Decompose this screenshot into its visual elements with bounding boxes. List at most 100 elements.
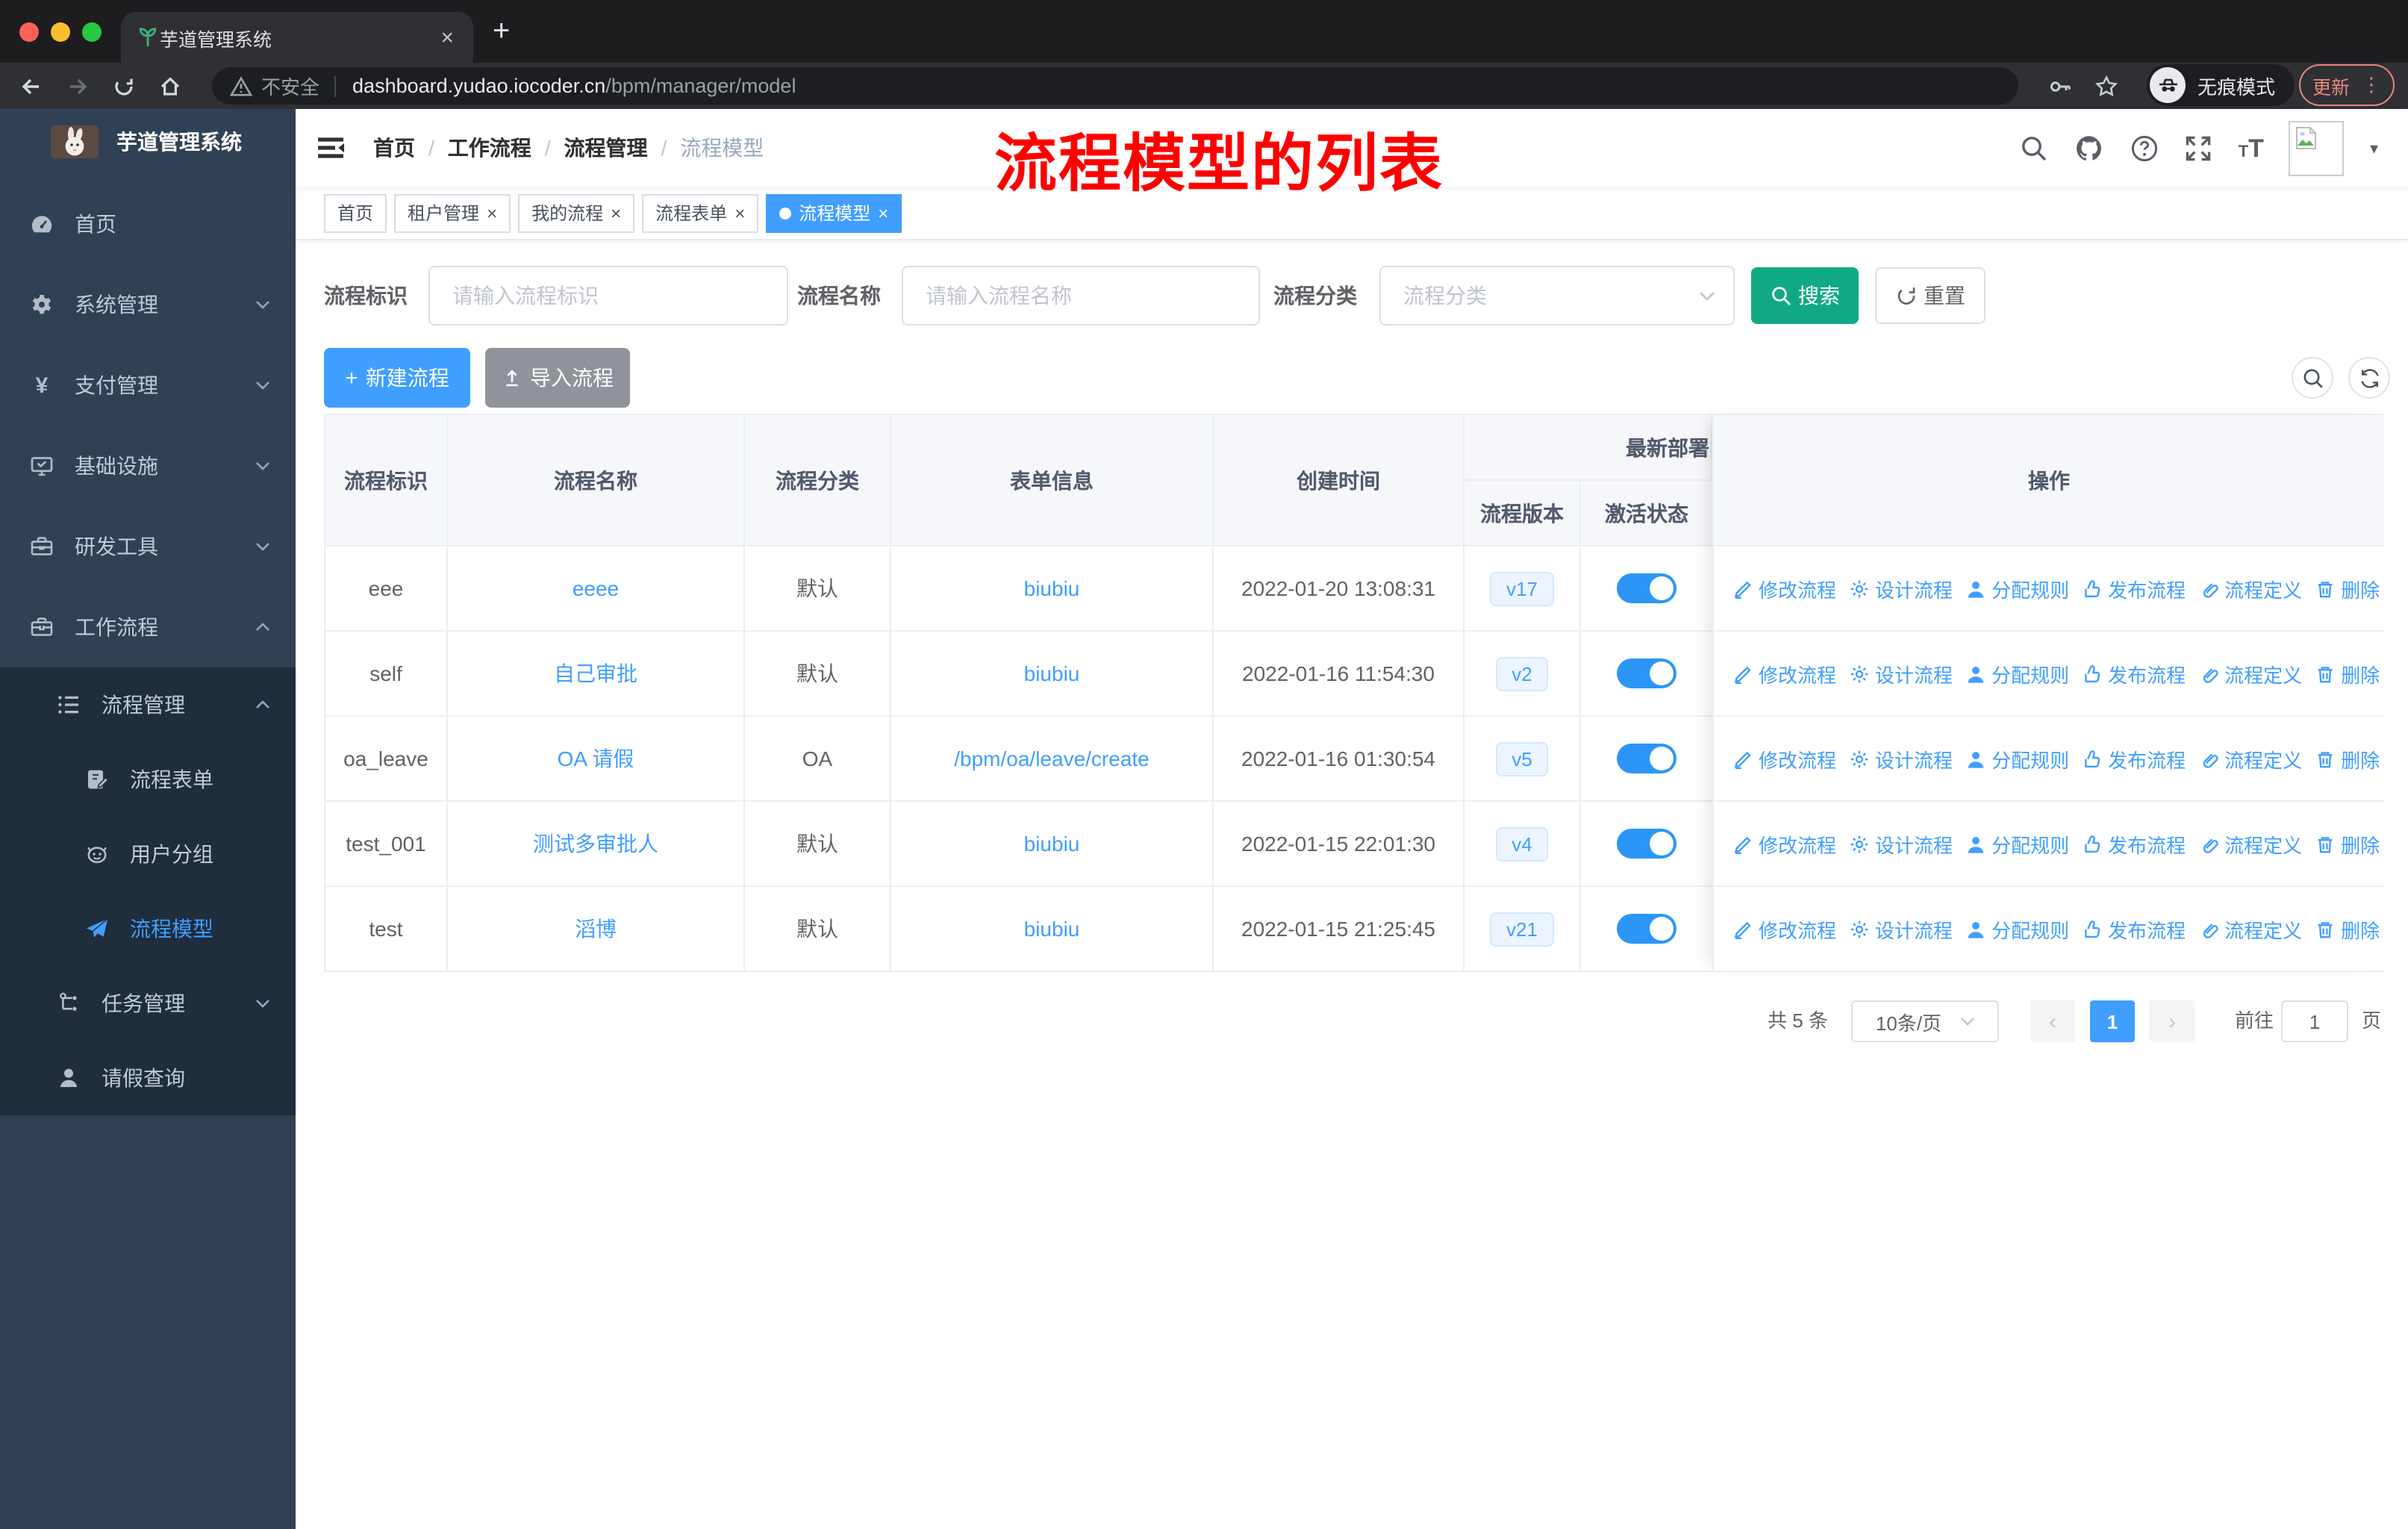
action-design-link[interactable]: 设计流程 — [1850, 574, 1953, 602]
sidebar-item-user-group[interactable]: 用户分组 — [0, 817, 296, 891]
cell-form-link[interactable]: biubiu — [891, 546, 1214, 630]
action-assign-link[interactable]: 分配规则 — [1966, 829, 2069, 858]
security-label[interactable]: 不安全 — [261, 72, 319, 100]
cell-version[interactable]: v4 — [1465, 802, 1581, 885]
action-edit-link[interactable]: 修改流程 — [1733, 744, 1836, 773]
next-page-button[interactable]: › — [2150, 1000, 2195, 1042]
help-icon[interactable] — [2131, 134, 2159, 162]
tag-process-model-active[interactable]: 流程模型 × — [766, 193, 902, 232]
zoom-window-button[interactable] — [82, 22, 102, 42]
minimize-window-button[interactable] — [51, 22, 70, 42]
action-delete-link[interactable]: 删除 — [2315, 574, 2380, 602]
page-size-select[interactable]: 10条/页 — [1851, 1000, 1999, 1042]
cell-version[interactable]: v21 — [1465, 887, 1581, 971]
refresh-table-button[interactable] — [2348, 357, 2390, 399]
search-icon[interactable] — [2021, 134, 2049, 162]
cell-form-link[interactable]: biubiu — [891, 887, 1214, 971]
search-button[interactable]: 搜索 — [1751, 267, 1859, 324]
cell-version[interactable]: v5 — [1465, 717, 1581, 800]
tag-my-process[interactable]: 我的流程 × — [518, 193, 635, 232]
action-delete-link[interactable]: 删除 — [2315, 829, 2380, 858]
sidebar-collapse-icon[interactable] — [318, 136, 345, 160]
active-toggle[interactable] — [1617, 829, 1676, 859]
action-publish-link[interactable]: 发布流程 — [2083, 915, 2186, 943]
tag-close-icon[interactable]: × — [487, 204, 497, 222]
tag-home[interactable]: 首页 — [324, 193, 387, 232]
filter-name-input[interactable] — [902, 266, 1260, 326]
home-icon[interactable] — [151, 63, 190, 109]
new-tab-button[interactable]: + — [493, 16, 510, 46]
import-process-button[interactable]: 导入流程 — [485, 348, 630, 408]
create-process-button[interactable]: + 新建流程 — [324, 348, 470, 408]
cell-version[interactable]: v17 — [1465, 546, 1581, 630]
close-window-button[interactable] — [19, 22, 39, 42]
active-toggle[interactable] — [1617, 573, 1676, 603]
cell-form-link[interactable]: biubiu — [891, 802, 1214, 885]
sidebar-item-home[interactable]: 首页 — [0, 184, 296, 264]
bookmark-star-icon[interactable] — [2089, 67, 2124, 105]
action-publish-link[interactable]: 发布流程 — [2083, 659, 2186, 688]
password-key-icon[interactable] — [2042, 67, 2078, 105]
action-assign-link[interactable]: 分配规则 — [1966, 574, 2069, 602]
tab-close-icon[interactable]: × — [436, 25, 458, 50]
action-assign-link[interactable]: 分配规则 — [1966, 659, 2069, 688]
action-assign-link[interactable]: 分配规则 — [1966, 915, 2069, 943]
action-delete-link[interactable]: 删除 — [2315, 915, 2380, 943]
cell-version[interactable]: v2 — [1465, 632, 1581, 715]
action-edit-link[interactable]: 修改流程 — [1733, 915, 1836, 943]
cell-name-link[interactable]: 测试多审批人 — [448, 802, 745, 885]
sidebar-item-task-management[interactable]: 任务管理 — [0, 966, 296, 1041]
font-size-icon[interactable]: TT — [2239, 135, 2264, 161]
action-definition-link[interactable]: 流程定义 — [2199, 659, 2302, 688]
sidebar-item-process-management[interactable]: 流程管理 — [0, 667, 296, 742]
reset-button[interactable]: 重置 — [1875, 267, 1986, 324]
show-search-button[interactable] — [2292, 357, 2333, 399]
tag-process-form[interactable]: 流程表单 × — [642, 193, 759, 232]
tag-close-icon[interactable]: × — [878, 204, 888, 222]
active-toggle[interactable] — [1617, 658, 1676, 688]
filter-category-select[interactable]: 流程分类 — [1379, 266, 1735, 326]
action-publish-link[interactable]: 发布流程 — [2083, 744, 2186, 773]
browser-menu-icon[interactable]: ⋮ — [2362, 73, 2381, 97]
filter-id-input[interactable] — [428, 266, 788, 326]
action-definition-link[interactable]: 流程定义 — [2199, 574, 2302, 602]
active-toggle[interactable] — [1617, 914, 1676, 944]
cell-name-link[interactable]: OA 请假 — [448, 717, 745, 800]
cell-form-link[interactable]: biubiu — [891, 632, 1214, 715]
tag-close-icon[interactable]: × — [611, 204, 621, 222]
active-toggle[interactable] — [1617, 744, 1676, 773]
avatar-caret-icon[interactable]: ▾ — [2370, 138, 2378, 158]
breadcrumb-process-management[interactable]: 流程管理 — [564, 133, 648, 163]
update-label[interactable]: 更新 — [2312, 71, 2350, 99]
action-delete-link[interactable]: 删除 — [2315, 744, 2380, 773]
sidebar-item-system[interactable]: 系统管理 — [0, 264, 296, 345]
sidebar-item-dev-tools[interactable]: 研发工具 — [0, 506, 296, 587]
action-definition-link[interactable]: 流程定义 — [2199, 829, 2302, 858]
forward-icon[interactable] — [58, 63, 97, 109]
cell-name-link[interactable]: eeee — [448, 546, 745, 630]
browser-update-button[interactable]: 更新 ⋮ — [2299, 64, 2395, 106]
sidebar-item-process-model[interactable]: 流程模型 — [0, 891, 296, 966]
sidebar-item-infrastructure[interactable]: 基础设施 — [0, 426, 296, 506]
action-delete-link[interactable]: 删除 — [2315, 659, 2380, 688]
sidebar-item-payment[interactable]: ¥ 支付管理 — [0, 345, 296, 426]
tag-tenant[interactable]: 租户管理 × — [394, 193, 511, 232]
sidebar-logo-row[interactable]: 芋道管理系统 — [0, 109, 296, 175]
action-design-link[interactable]: 设计流程 — [1850, 744, 1953, 773]
cell-name-link[interactable]: 滔博 — [448, 887, 745, 971]
back-icon[interactable] — [12, 63, 51, 109]
sidebar-item-leave-query[interactable]: 请假查询 — [0, 1041, 296, 1115]
cell-form-link[interactable]: /bpm/oa/leave/create — [891, 717, 1214, 800]
browser-tab[interactable]: 芋道管理系统 × — [121, 12, 473, 63]
page-jump-input[interactable] — [2281, 1000, 2348, 1042]
fullscreen-icon[interactable] — [2185, 134, 2213, 162]
action-definition-link[interactable]: 流程定义 — [2199, 915, 2302, 943]
reload-icon[interactable] — [105, 63, 143, 109]
sidebar-item-process-form[interactable]: 流程表单 — [0, 742, 296, 817]
breadcrumb-workflow[interactable]: 工作流程 — [448, 133, 531, 163]
address-bar[interactable]: 不安全 dashboard.yudao.iocoder.cn/bpm/manag… — [212, 67, 2018, 105]
action-assign-link[interactable]: 分配规则 — [1966, 744, 2069, 773]
tag-close-icon[interactable]: × — [734, 204, 745, 222]
action-publish-link[interactable]: 发布流程 — [2083, 829, 2186, 858]
action-design-link[interactable]: 设计流程 — [1850, 915, 1953, 943]
